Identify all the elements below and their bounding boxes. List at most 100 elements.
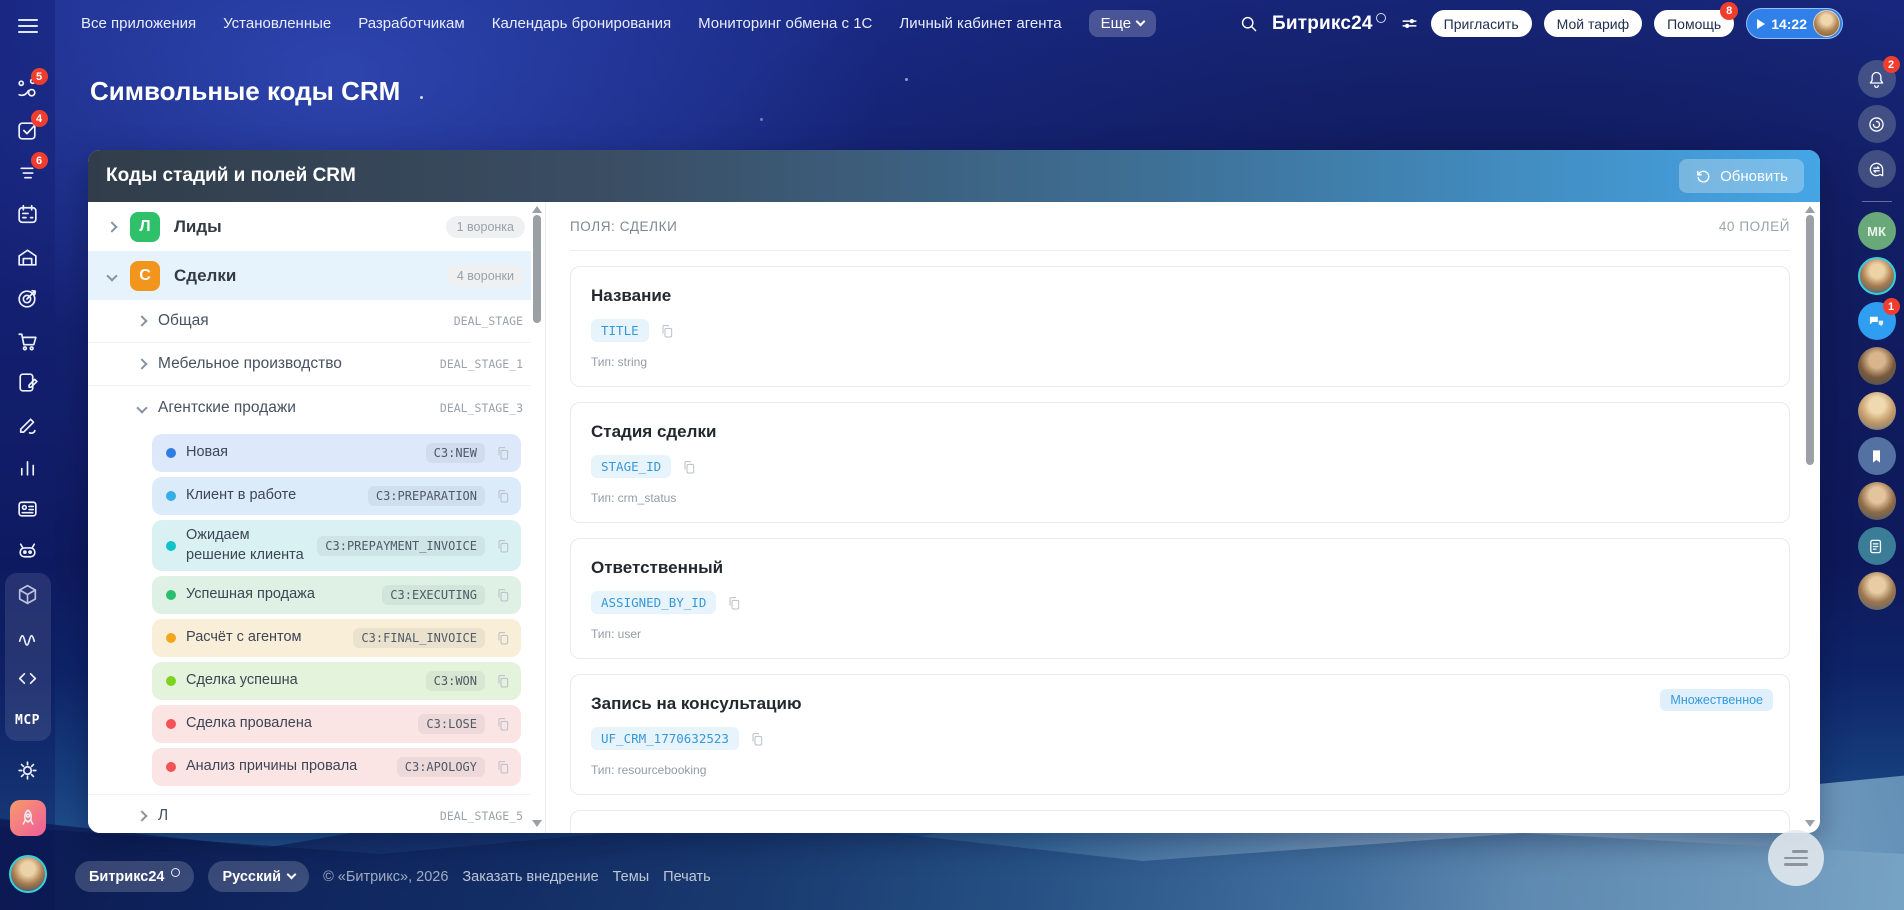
sidebar-item-company[interactable] [6,487,50,529]
nav-developers[interactable]: Разработчикам [358,15,464,32]
copy-icon[interactable] [495,629,511,647]
chevron-right-icon[interactable] [136,358,147,369]
tree-entity-deals[interactable]: С Сделки 4 воронки [88,251,531,300]
news-button[interactable] [1858,527,1896,565]
stage-row-final-invoice[interactable]: Расчёт с агентом C3:FINAL_INVOICE [152,619,521,657]
fields-scrollbar[interactable] [1804,204,1816,831]
nav-installed[interactable]: Установленные [223,15,331,32]
bookmarks-button[interactable] [1858,437,1896,475]
sidebar-item-sign[interactable] [6,403,50,445]
nav-booking-calendar[interactable]: Календарь бронирования [492,15,671,32]
user-avatar[interactable] [1858,392,1896,430]
stage-row-lose[interactable]: Сделка провалена C3:LOSE [152,705,521,743]
messenger-button[interactable]: 1 [1858,302,1896,340]
sidebar-user-avatar[interactable] [6,853,50,895]
footer-link-themes[interactable]: Темы [613,869,650,885]
field-code-chip[interactable]: TITLE [591,319,649,342]
chat-sync-button[interactable] [1858,150,1896,188]
tree-funnel-agent-sales[interactable]: Агентские продажи DEAL_STAGE_3 [88,386,531,429]
sidebar-item-documents[interactable] [6,361,50,403]
stage-row-prepayment[interactable]: Ожидаем решение клиента C3:PREPAYMENT_IN… [152,520,521,571]
refresh-button[interactable]: Обновить [1679,159,1804,193]
chevron-right-icon[interactable] [136,810,147,821]
copy-icon[interactable] [495,758,511,776]
sidebar-item-feed[interactable]: 6 [6,151,50,193]
chevron-down-icon[interactable] [106,270,117,281]
stage-row-preparation[interactable]: Клиент в работе C3:PREPARATION [152,477,521,515]
sidebar-item-drive[interactable] [6,235,50,277]
user-avatar[interactable] [1858,482,1896,520]
footer-link-implementation[interactable]: Заказать внедрение [462,869,598,885]
sidebar-item-market[interactable] [6,573,50,615]
tree-entity-leads[interactable]: Л Лиды 1 воронка [88,202,531,251]
user-avatar[interactable] [1858,257,1896,295]
filter-settings-button[interactable] [1400,14,1419,33]
copy-icon[interactable] [495,672,511,690]
tariff-button[interactable]: Мой тариф [1544,10,1642,37]
user-avatar-mk[interactable]: МК [1858,212,1896,250]
copy-icon[interactable] [495,487,511,505]
scrollbar-thumb[interactable] [533,215,541,323]
sidebar-item-crm-marketing[interactable]: 5 [6,67,50,109]
scroll-down-icon[interactable] [1805,820,1815,827]
stage-row-apology[interactable]: Анализ причины провала C3:APOLOGY [152,748,521,786]
sidebar-item-calendar[interactable] [6,193,50,235]
user-avatar[interactable] [1858,572,1896,610]
language-selector[interactable]: Русский [208,861,309,892]
copy-icon[interactable] [726,594,742,612]
tree-funnel-general[interactable]: Общая DEAL_STAGE [88,300,531,343]
sidebar-item-shop[interactable] [6,319,50,361]
footer-link-print[interactable]: Печать [663,869,711,885]
scroll-up-icon[interactable] [1805,206,1815,213]
copy-icon[interactable] [495,715,511,733]
copilot-button[interactable] [1858,105,1896,143]
tree-funnel-furniture[interactable]: Мебельное производство DEAL_STAGE_1 [88,343,531,386]
sidebar-item-copilot[interactable] [6,529,50,571]
stage-row-new[interactable]: Новая C3:NEW [152,434,521,472]
chevron-right-icon[interactable] [106,221,117,232]
copy-icon[interactable] [495,586,511,604]
copy-icon[interactable] [659,322,675,340]
time-tracker[interactable]: 14:22 [1746,8,1843,39]
field-code-chip[interactable]: UF_CRM_1770632523 [591,727,739,750]
nav-all-apps[interactable]: Все приложения [81,15,196,32]
copy-icon[interactable] [495,444,511,462]
sidebar-item-developer[interactable] [6,657,50,699]
field-code-chip[interactable]: ASSIGNED_BY_ID [591,591,716,614]
scroll-up-icon[interactable] [532,206,542,213]
menu-hamburger-icon[interactable] [18,15,38,37]
help-button[interactable]: Помощь 8 [1654,10,1734,37]
nav-1c-monitoring[interactable]: Мониторинг обмена с 1С [698,15,872,32]
stage-row-won[interactable]: Сделка успешна C3:WON [152,662,521,700]
sidebar-item-tasks[interactable]: 4 [6,109,50,151]
sidebar-item-mcp[interactable]: MCP [6,699,50,741]
nav-agent-cabinet[interactable]: Личный кабинет агента [899,15,1061,32]
quick-menu-button[interactable] [1768,830,1824,886]
sidebar-item-bi[interactable] [6,445,50,487]
stage-row-executing[interactable]: Успешная продажа C3:EXECUTING [152,576,521,614]
chevron-down-icon[interactable] [136,402,147,413]
invite-button[interactable]: Пригласить [1431,10,1532,37]
scroll-down-icon[interactable] [532,820,542,827]
notifications-button[interactable]: 2 [1858,60,1896,98]
scrollbar-thumb[interactable] [1806,215,1814,465]
search-button[interactable] [1239,14,1258,33]
user-avatar[interactable] [1858,347,1896,385]
sidebar-item-workflows[interactable] [6,615,50,657]
tree-funnel-partial[interactable]: Л DEAL_STAGE_5 [88,794,531,833]
chevron-right-icon[interactable] [136,315,147,326]
copy-icon[interactable] [495,537,511,555]
fields-panel: ПОЛЯ: СДЕЛКИ 40 ПОЛЕЙ Название TITLE Тип… [546,202,1820,833]
copy-icon[interactable] [749,730,765,748]
footer-brand-button[interactable]: Битрикс24 [75,861,194,892]
sidebar-item-crm[interactable] [6,277,50,319]
nav-more-button[interactable]: Еще [1089,10,1157,37]
field-code-chip[interactable]: STAGE_ID [591,455,671,478]
sidebar-item-boost[interactable] [6,797,50,839]
calendar-icon [15,202,40,227]
copy-icon[interactable] [681,458,697,476]
sidebar-item-settings[interactable] [6,749,50,791]
stage-name: Успешная продажа [186,585,315,605]
brand-logo[interactable]: Битрикс24 [1272,13,1386,35]
tree-scrollbar[interactable] [531,204,543,831]
